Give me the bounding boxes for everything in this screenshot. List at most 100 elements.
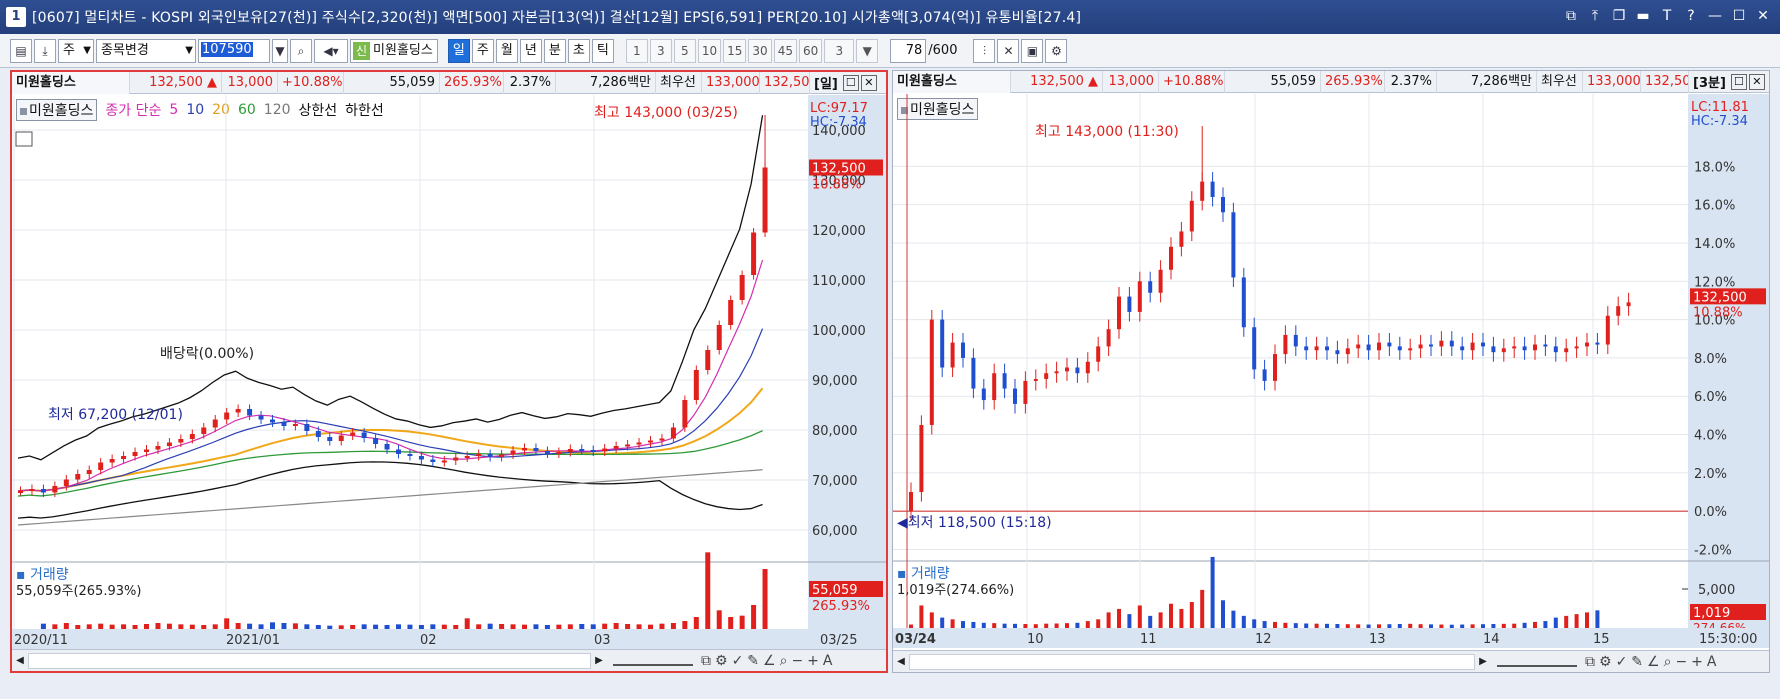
settings-gear-icon[interactable]: ⚙ <box>1045 38 1068 63</box>
right-date-label: 03/24 <box>895 632 936 647</box>
font-icon[interactable]: T <box>1658 6 1676 26</box>
left-scrollbar[interactable]: ◀ ▶ ⧉ ⚙ ✓ ✎ ∠ ⌕ − + A <box>12 649 886 671</box>
minute-15-button[interactable]: 15 <box>723 38 747 63</box>
right-volume-bar <box>1075 622 1080 628</box>
right-volume-bar <box>1304 623 1309 628</box>
period-week-button[interactable]: 주 <box>471 38 494 63</box>
left-scroll-right-icon[interactable]: ▶ <box>591 652 607 670</box>
right-volume-bar <box>1117 608 1121 628</box>
right-price-chart[interactable]: 18.0%16.0%14.0%12.0%10.0%8.0%6.0%4.0%2.0… <box>893 94 1769 650</box>
stock-type-combo[interactable]: 주 ▼ <box>58 38 94 63</box>
right-candle-body <box>1117 296 1121 330</box>
minute-1-button[interactable]: 1 <box>625 38 648 63</box>
right-tool-check-icon[interactable]: ✓ <box>1616 654 1628 670</box>
left-tool-ruler-icon[interactable]: ∠ <box>763 653 776 669</box>
left-tool-minus-icon[interactable]: − <box>791 653 803 669</box>
close-button[interactable]: ✕ <box>1754 6 1772 26</box>
left-tool-text-icon[interactable]: A <box>823 653 833 669</box>
search-icon[interactable]: ⌕ <box>290 38 312 63</box>
count-input[interactable]: 78 <box>890 38 927 63</box>
right-candle-body <box>971 357 976 389</box>
left-ma120-line <box>17 469 763 526</box>
period-month-button[interactable]: 월 <box>495 38 518 63</box>
window-controls: ⧉ ⤒ ❐ ▬ T ? — ☐ ✕ <box>1562 6 1772 26</box>
left-maximize-icon[interactable]: ☐ <box>842 74 859 91</box>
right-tool-gear-icon[interactable]: ⚙ <box>1599 654 1612 670</box>
left-chart-panel[interactable]: 미원홀딩스 132,500 ▲ 13,000 +10.88% 55,059 26… <box>10 70 888 673</box>
left-tool-zoom-icon[interactable]: ⌕ <box>780 653 788 669</box>
speaker-icon[interactable]: ◀▾ <box>314 38 348 63</box>
right-candle-body <box>1470 342 1475 351</box>
minute-5-button[interactable]: 5 <box>673 38 696 63</box>
right-candle-body <box>1023 380 1028 404</box>
period-day-button[interactable]: 일 <box>447 38 470 63</box>
right-close-icon[interactable]: ✕ <box>1748 73 1765 90</box>
code-dropdown-icon[interactable]: ▼ <box>272 38 288 63</box>
left-candle-body <box>63 479 69 486</box>
left-tool-plus-icon[interactable]: + <box>807 653 819 669</box>
period-minute-button[interactable]: 분 <box>543 38 566 63</box>
right-volume-bar <box>1283 622 1288 628</box>
minute-dropdown-icon[interactable]: ▼ <box>856 38 879 63</box>
left-zoom-slider[interactable] <box>613 656 693 666</box>
left-low-note: 최저 67,200 (12/01) <box>48 407 183 423</box>
left-tool-copy-icon[interactable]: ⧉ <box>701 653 711 669</box>
left-volume-bar <box>533 624 539 629</box>
left-hc-label: HC:-7.34 <box>810 115 867 130</box>
right-volume-bar <box>929 612 934 628</box>
left-tool-pen-icon[interactable]: ✎ <box>747 653 759 669</box>
pin-icon[interactable]: ⤒ <box>1586 6 1604 26</box>
right-zoom-slider[interactable] <box>1497 657 1577 667</box>
right-amount: 7,286백만 <box>1437 70 1537 93</box>
right-tool-copy-icon[interactable]: ⧉ <box>1585 654 1595 670</box>
minute-custom-field[interactable]: 3 <box>824 38 855 63</box>
help-icon[interactable]: ? <box>1682 6 1700 26</box>
left-volume-bar <box>716 610 722 629</box>
cascade-icon[interactable]: ❐ <box>1610 6 1628 26</box>
right-volume-bar <box>1200 589 1205 628</box>
right-maximize-icon[interactable]: ☐ <box>1730 73 1747 90</box>
minute-3-button[interactable]: 3 <box>649 38 672 63</box>
period-second-button[interactable]: 초 <box>567 38 590 63</box>
right-tool-plus-icon[interactable]: + <box>1691 654 1703 670</box>
right-scroll-right-icon[interactable]: ▶ <box>1475 653 1491 671</box>
left-candle-body <box>178 439 184 443</box>
maximize-button[interactable]: ☐ <box>1730 6 1748 26</box>
right-tool-text-icon[interactable]: A <box>1707 654 1717 670</box>
right-volume-bar <box>1481 624 1485 628</box>
right-scroll-track[interactable] <box>909 653 1475 670</box>
right-chart-panel[interactable]: 미원홀딩스 132,500 ▲ 13,000 +10.88% 55,059 26… <box>892 70 1770 673</box>
minute-10-button[interactable]: 10 <box>697 38 722 63</box>
stock-code-input[interactable]: 107590 <box>198 38 270 63</box>
minute-45-button[interactable]: 45 <box>773 38 797 63</box>
left-scroll-left-icon[interactable]: ◀ <box>12 652 28 670</box>
right-tool-pen-icon[interactable]: ✎ <box>1631 654 1643 670</box>
minimize-button[interactable]: — <box>1706 6 1724 26</box>
period-year-button[interactable]: 년 <box>519 38 542 63</box>
right-tool-minus-icon[interactable]: − <box>1675 654 1687 670</box>
minute-60-button[interactable]: 60 <box>798 38 823 63</box>
link-icon[interactable]: ⧉ <box>1562 6 1580 26</box>
right-scrollbar[interactable]: ◀ ▶ ⧉ ⚙ ✓ ✎ ∠ ⌕ − + A <box>893 650 1769 672</box>
draw-tool-icon[interactable]: ✕ <box>997 38 1020 63</box>
change-stock-combo[interactable]: 종목변경 ▼ <box>96 38 196 63</box>
left-price-chart[interactable]: 140,000130,000120,000110,000100,00090,00… <box>12 95 886 651</box>
left-scroll-track[interactable] <box>28 652 591 669</box>
left-tool-gear-icon[interactable]: ⚙ <box>715 653 728 669</box>
right-scroll-left-icon[interactable]: ◀ <box>893 653 909 671</box>
window-list-icon[interactable]: ▤ <box>10 38 32 63</box>
save-icon[interactable]: ▣ <box>1021 38 1044 63</box>
stock-name-pill[interactable]: 신 미원홀딩스 <box>350 38 438 63</box>
period-tick-button[interactable]: 틱 <box>591 38 614 63</box>
right-tool-zoom-icon[interactable]: ⌕ <box>1664 654 1672 670</box>
minute-30-button[interactable]: 30 <box>748 38 772 63</box>
right-tool-ruler-icon[interactable]: ∠ <box>1647 654 1660 670</box>
download-icon[interactable]: ⤓ <box>34 38 56 63</box>
left-volume-bar <box>567 624 573 629</box>
left-tool-check-icon[interactable]: ✓ <box>732 653 744 669</box>
right-volume-bar <box>1429 624 1433 628</box>
left-close-icon[interactable]: ✕ <box>860 74 877 91</box>
layout-icon[interactable]: ▬ <box>1634 6 1652 26</box>
candle-type-icon[interactable]: ⫶ <box>973 38 996 63</box>
right-info-bar: 미원홀딩스 132,500 ▲ 13,000 +10.88% 55,059 26… <box>893 70 1769 93</box>
